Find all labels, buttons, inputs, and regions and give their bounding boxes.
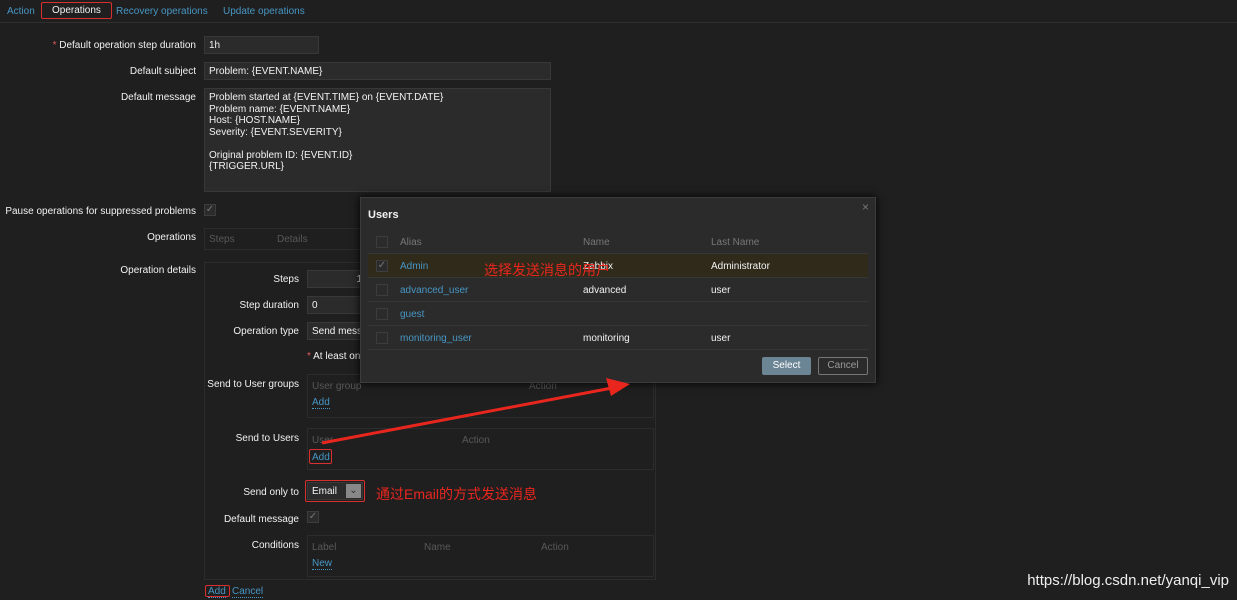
arrow-head	[606, 378, 630, 396]
arrow-line	[321, 386, 613, 445]
annotation-arrow	[321, 378, 630, 445]
watermark: https://blog.csdn.net/yanqi_vip	[1027, 572, 1229, 589]
